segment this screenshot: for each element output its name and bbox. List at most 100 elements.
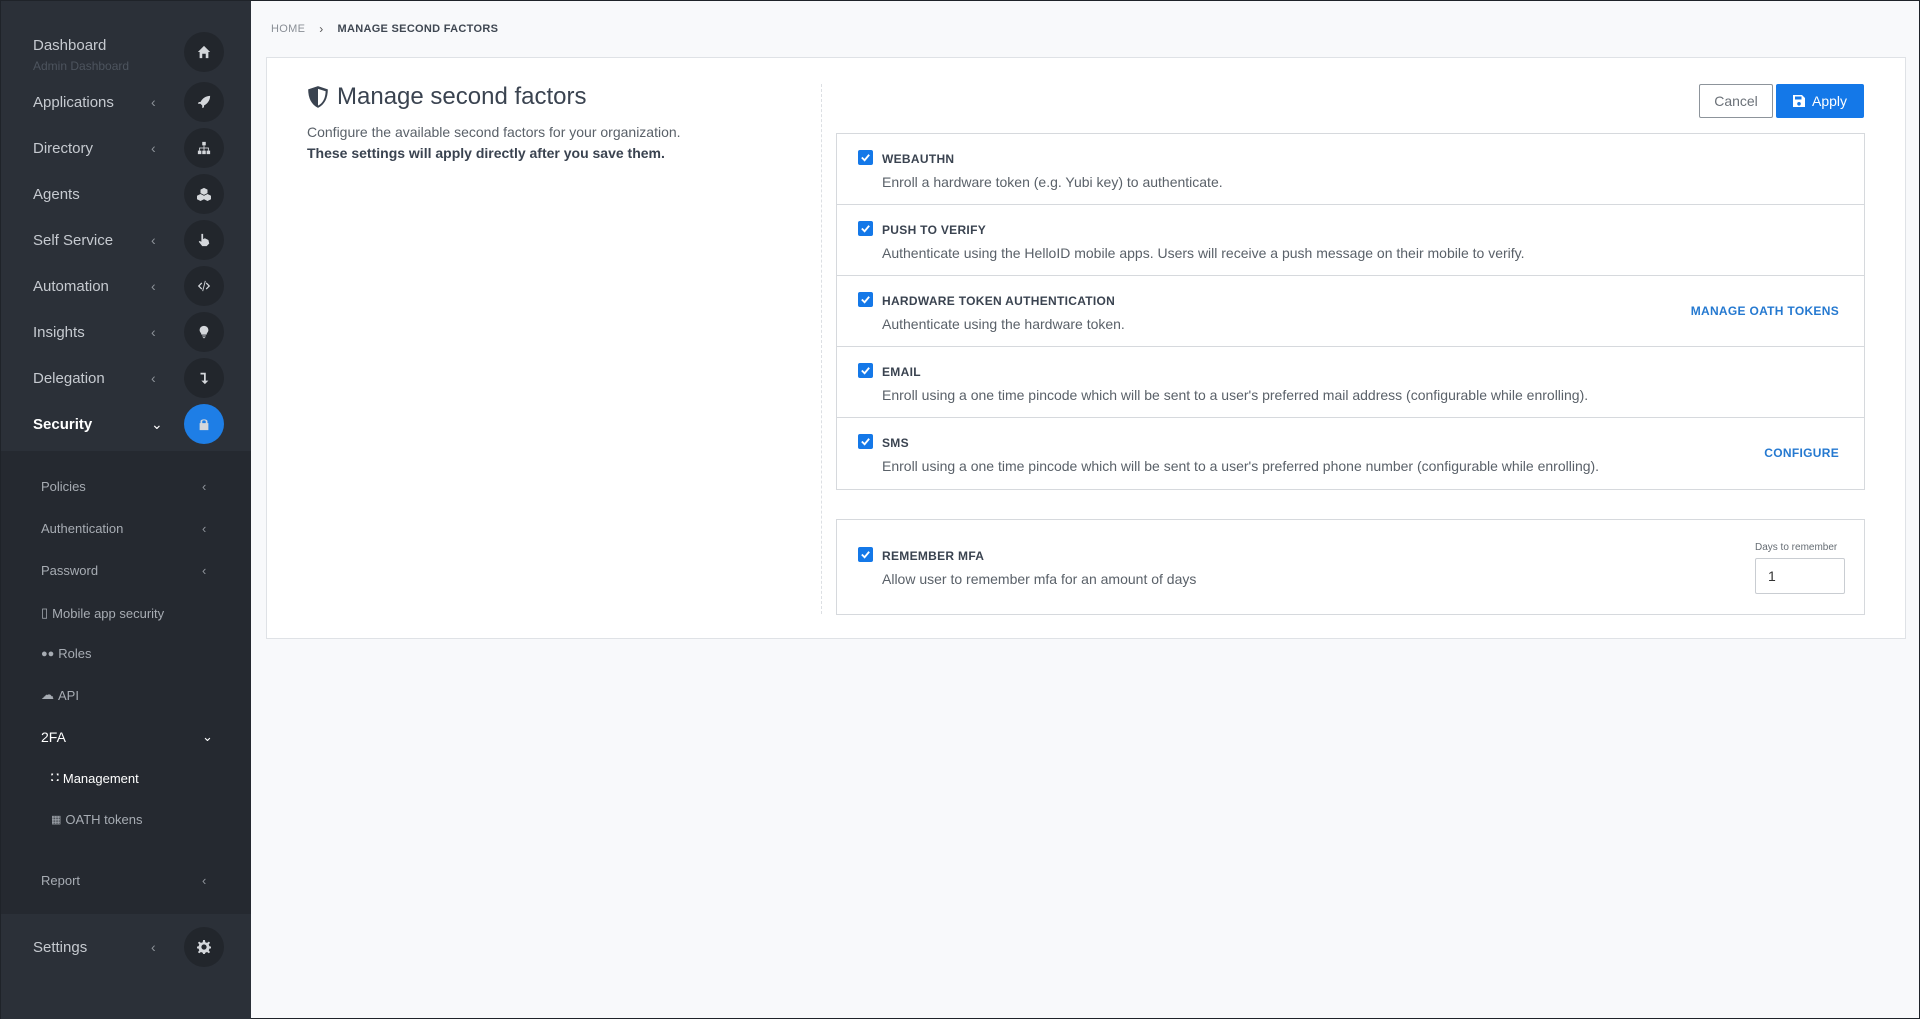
factor-description: Authenticate using the HelloID mobile ap…	[882, 245, 1525, 261]
page-description: Configure the available second factors f…	[307, 122, 681, 164]
sitemap-icon	[184, 128, 224, 168]
nav-self-service[interactable]: Self Service ‹	[1, 217, 251, 263]
nav-automation[interactable]: Automation ‹	[1, 263, 251, 309]
chevron-left-icon: ‹	[151, 232, 156, 248]
nav-agents[interactable]: Agents	[1, 171, 251, 217]
submenu-report-label: Report	[41, 873, 81, 888]
nav-delegation-label: Delegation	[33, 369, 105, 387]
check-icon	[861, 438, 870, 446]
chevron-left-icon: ‹	[151, 94, 156, 110]
chevron-left-icon: ‹	[202, 563, 207, 578]
remember-mfa-title: REMEMBER MFA	[882, 549, 985, 563]
nav-security[interactable]: Security ⌄	[1, 401, 251, 447]
nav-settings-label: Settings	[33, 938, 88, 956]
nav-delegation[interactable]: Delegation ‹	[1, 355, 251, 401]
submenu-policies[interactable]: Policies	[41, 479, 86, 494]
main-card: Manage second factors Configure the avai…	[266, 57, 1906, 639]
cancel-button[interactable]: Cancel	[1699, 84, 1773, 118]
check-icon	[861, 296, 870, 304]
save-icon	[1792, 95, 1805, 107]
chevron-down-icon: ⌄	[151, 415, 163, 432]
breadcrumb: HOME › MANAGE SECOND FACTORS	[271, 22, 498, 36]
apply-button[interactable]: Apply	[1776, 84, 1864, 118]
factor-title: EMAIL	[882, 365, 921, 379]
remember-mfa-checkbox[interactable]	[858, 547, 873, 562]
chevron-left-icon: ‹	[151, 278, 156, 294]
submenu-authentication-label: Authentication	[41, 521, 124, 536]
chevron-left-icon: ‹	[202, 873, 207, 888]
check-icon	[861, 225, 870, 233]
days-to-remember-input[interactable]	[1755, 558, 1845, 594]
submenu-mobile-app-security-label: Mobile app security	[52, 605, 165, 621]
users-icon: ●●	[41, 647, 55, 660]
nav-insights-label: Insights	[33, 323, 85, 341]
vertical-divider	[821, 84, 822, 614]
configure-sms-link[interactable]: CONFIGURE	[1764, 446, 1839, 460]
submenu-authentication[interactable]: Authentication	[41, 521, 123, 536]
nav-dashboard[interactable]: Dashboard Admin Dashboard	[1, 29, 251, 75]
gear-icon	[184, 927, 224, 967]
nav-self-service-label: Self Service	[33, 231, 114, 249]
factor-push-to-verify: PUSH TO VERIFY Authenticate using the He…	[837, 205, 1864, 276]
sms-checkbox[interactable]	[858, 434, 873, 449]
description-note: These settings will apply directly after…	[307, 145, 665, 161]
nav-insights[interactable]: Insights ‹	[1, 309, 251, 355]
factor-title: HARDWARE TOKEN AUTHENTICATION	[882, 294, 1116, 308]
submenu-mobile-app-security[interactable]: ▯ Mobile app security	[41, 605, 164, 621]
lightbulb-icon	[184, 312, 224, 352]
submenu-api-label: API	[58, 687, 79, 703]
manage-oath-tokens-link[interactable]: MANAGE OATH TOKENS	[1691, 304, 1839, 318]
home-icon	[184, 32, 224, 72]
submenu-roles[interactable]: ●● Roles	[41, 646, 92, 661]
shield-icon	[308, 86, 328, 108]
submenu-oath-tokens-label: OATH tokens	[65, 812, 143, 827]
chevron-left-icon: ‹	[202, 479, 207, 494]
push-to-verify-checkbox[interactable]	[858, 221, 873, 236]
check-icon	[861, 367, 870, 375]
remember-mfa-panel: REMEMBER MFA Allow user to remember mfa …	[836, 519, 1865, 615]
check-icon	[861, 154, 870, 162]
factor-sms: SMS Enroll using a one time pincode whic…	[837, 418, 1864, 489]
breadcrumb-home[interactable]: HOME	[271, 23, 305, 35]
apply-button-label: Apply	[1811, 93, 1848, 109]
webauthn-checkbox[interactable]	[858, 150, 873, 165]
breadcrumb-current: MANAGE SECOND FACTORS	[337, 23, 499, 35]
factor-title: SMS	[882, 436, 909, 450]
title-row: Manage second factors	[307, 83, 586, 111]
rocket-icon	[184, 82, 224, 122]
hardware-token-checkbox[interactable]	[858, 292, 873, 307]
submenu-password[interactable]: Password	[41, 563, 98, 578]
remember-mfa-description: Allow user to remember mfa for an amount…	[882, 571, 1197, 587]
chevron-right-icon: ›	[319, 22, 324, 36]
chevron-left-icon: ‹	[151, 939, 156, 955]
submenu-oath-tokens[interactable]: ▦ OATH tokens	[51, 812, 142, 827]
factor-webauthn: WEBAUTHN Enroll a hardware token (e.g. Y…	[837, 134, 1864, 205]
nav-automation-label: Automation	[33, 277, 109, 295]
code-icon	[184, 266, 224, 306]
nav-applications[interactable]: Applications ‹	[1, 79, 251, 125]
submenu-management[interactable]: ⛚ Management	[51, 771, 139, 786]
chevron-left-icon: ‹	[202, 521, 207, 536]
factor-description: Enroll using a one time pincode which wi…	[882, 458, 1600, 474]
submenu-report[interactable]: Report	[41, 873, 80, 888]
nav-settings[interactable]: Settings ‹	[1, 924, 251, 970]
nav-directory-label: Directory	[33, 139, 94, 157]
description-text: Configure the available second factors f…	[307, 124, 681, 140]
shield-icon: ⛚	[51, 772, 59, 784]
submenu-roles-label: Roles	[58, 646, 92, 661]
chevron-down-icon: ⌄	[202, 729, 213, 744]
submenu-api[interactable]: ☁ API	[41, 687, 79, 703]
chevron-left-icon: ‹	[151, 140, 156, 156]
factors-list: WEBAUTHN Enroll a hardware token (e.g. Y…	[836, 133, 1865, 490]
factor-hardware-token: HARDWARE TOKEN AUTHENTICATION Authentica…	[837, 276, 1864, 347]
cubes-icon	[184, 174, 224, 214]
email-checkbox[interactable]	[858, 363, 873, 378]
nav-dashboard-sublabel: Admin Dashboard	[33, 59, 130, 73]
page-title: Manage second factors	[337, 83, 587, 110]
nav-directory[interactable]: Directory ‹	[1, 125, 251, 171]
submenu-2fa[interactable]: 2FA	[41, 729, 66, 745]
factor-title: PUSH TO VERIFY	[882, 223, 986, 237]
submenu-management-label: Management	[62, 771, 139, 786]
factor-description: Enroll using a one time pincode which wi…	[882, 387, 1589, 403]
submenu-2fa-label: 2FA	[41, 729, 66, 745]
